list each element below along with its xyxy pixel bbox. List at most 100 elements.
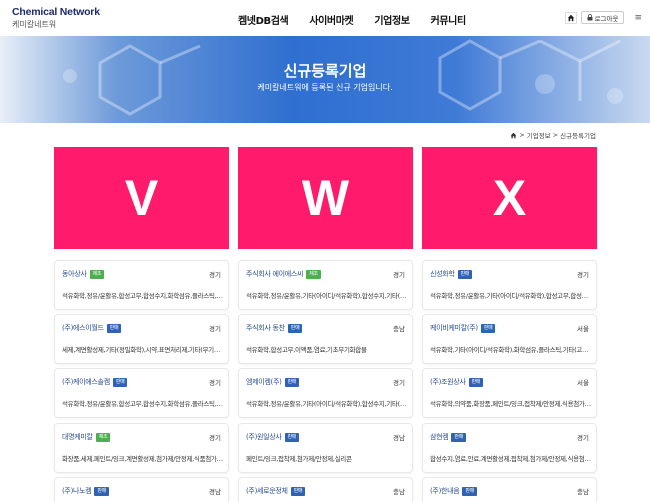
- company-name-text: (주)에스이월드: [62, 324, 104, 332]
- company-region: 서울: [577, 379, 589, 387]
- company-list-item[interactable]: (주)원일상사 판매 경남 페인트/잉크,접착제,첨가제/안정제,실리콘: [238, 423, 413, 473]
- banner-title: 신규등록기업: [283, 62, 367, 80]
- featured-card[interactable]: X: [422, 147, 597, 249]
- featured-letter: V: [124, 170, 159, 226]
- company-type-badge: 판매: [462, 486, 478, 496]
- company-type-badge: 판매: [290, 486, 306, 496]
- company-name[interactable]: (주)조원상사 판매: [430, 377, 484, 387]
- company-list-item[interactable]: (주)케이에스솔켐 판매 경기 석유화학,정유/윤활유,합성고무,합성수지,화학섬유,…: [54, 368, 229, 418]
- company-region: 경기: [577, 434, 589, 442]
- featured-letter: W: [301, 170, 350, 226]
- company-type-badge: 제조: [306, 269, 321, 279]
- company-region: 경남: [209, 488, 221, 496]
- breadcrumb-current: 신규등록기업: [560, 132, 596, 140]
- company-type-badge: 판매: [451, 432, 467, 442]
- company-name[interactable]: 케이비케미칼(주) 판매: [430, 323, 496, 333]
- company-region: 경기: [209, 434, 221, 442]
- company-type-badge: 제조: [95, 432, 111, 442]
- company-region: 충남: [393, 488, 405, 496]
- company-list-item[interactable]: 대명케미칼 제조 경기 화장품,세제,페인트/잉크,계면활성제,첨가제/안정제,식품첨…: [54, 423, 229, 473]
- company-categories: 석유화학,의약품,화장품,페인트/잉크,접착제/안정제,식용첨가물...: [430, 400, 592, 408]
- nav-community[interactable]: 커뮤니티: [431, 12, 467, 27]
- logo[interactable]: Chemical Network 케미칼네트워: [12, 6, 100, 30]
- company-name[interactable]: 주식회사 에이에스씨 제조: [246, 269, 321, 279]
- company-name-text: 삼현켐: [430, 433, 449, 441]
- company-name[interactable]: (주)에스이월드 판매: [62, 323, 122, 333]
- company-region: 경기: [209, 325, 221, 333]
- company-name-text: (주)나노켐: [62, 487, 92, 495]
- home-icon[interactable]: [510, 132, 517, 139]
- company-categories: 석유화학,정유/윤활유,합성고무,합성수지,화학섬유,플라스틱,농...: [62, 292, 224, 300]
- company-list-item[interactable]: 삼현켐 판매 경기합성수지,염료,안료,계면활성제,접착제,첨가제/안정제,식용첨가…: [422, 423, 597, 473]
- company-region: 경기: [209, 379, 221, 387]
- company-region: 경기: [393, 379, 405, 387]
- company-region: 충남: [393, 325, 405, 333]
- logout-button[interactable]: 로그아웃: [580, 11, 625, 24]
- company-list-item[interactable]: 케이비케미칼(주) 판매 서울 석유화학,기타(아이디/석유화학),화학섬유,플라스틱…: [422, 314, 597, 364]
- menu-icon[interactable]: ≡: [634, 13, 642, 23]
- company-list-item[interactable]: 주식회사 동찬 판매 충남석유화학,합성고무,이액품,염료,기초무기화합물: [238, 314, 413, 364]
- company-categories: 세제,계면활성제,기타(정밀화학),시약,표면처리제,기타(무기화학): [62, 346, 224, 354]
- company-name-text: (주)케이에스솔켐: [62, 378, 110, 386]
- company-type-badge: 제조: [89, 269, 105, 279]
- nav-company-info[interactable]: 기업정보: [374, 12, 410, 27]
- banner-subtitle: 케미칼네트워에 등록된 신규 기업입니다.: [257, 83, 393, 92]
- company-type-badge: 판매: [287, 323, 303, 333]
- company-name[interactable]: (주)케이에스솔켐 판매: [62, 377, 128, 387]
- nav-cyber-market[interactable]: 사이버마켓: [309, 12, 353, 27]
- company-name[interactable]: 동아상사 제조: [62, 269, 105, 279]
- company-name[interactable]: (주)세로운정체 판매: [246, 486, 306, 496]
- header-actions: 로그아웃 ≡: [564, 11, 642, 24]
- company-list-item[interactable]: (주)세로운정체 판매 충남: [238, 477, 413, 502]
- main-nav: 켐넷DB검색 사이버마켓 기업정보 커뮤니티: [238, 12, 487, 27]
- company-name-text: 동아상사: [62, 270, 87, 278]
- company-region: 경기: [393, 271, 405, 279]
- company-name[interactable]: 삼현켐 판매: [430, 432, 467, 442]
- logout-label: 로그아웃: [594, 14, 619, 23]
- company-type-badge: 판매: [112, 377, 128, 387]
- breadcrumb-company-info[interactable]: 기업정보: [527, 130, 551, 140]
- company-type-badge: 판매: [468, 377, 484, 387]
- company-categories: 석유화학,기타(아이디/석유화학),화학섬유,플라스틱,기타(고분...: [430, 346, 592, 354]
- company-name[interactable]: 주식회사 동찬 판매: [246, 323, 303, 333]
- company-list-item[interactable]: 신성화학 판매 경기석유화학,정유/윤활유,기타(아이디/석유화학),합성고무,합성…: [422, 260, 597, 310]
- company-region: 경기: [577, 271, 589, 279]
- company-categories: 석유화학,합성고무,이액품,염료,기초무기화합물: [246, 346, 367, 354]
- lock-icon: [587, 14, 593, 21]
- company-list-item[interactable]: 엠제이켐(주) 판매 경기 석유화학,정유/윤활유,기타(아이디/석유화학),합성수지…: [238, 368, 413, 418]
- logo-korean: 케미칼네트워: [12, 20, 57, 29]
- company-list-item[interactable]: 주식회사 에이에스씨 제조 경기 석유화학,정유/윤활유,기타(아이디/석유화학),합…: [238, 260, 413, 310]
- featured-card[interactable]: V: [54, 147, 229, 249]
- company-name-text: (주)조원상사: [430, 378, 466, 386]
- company-type-badge: 판매: [94, 486, 110, 496]
- company-categories: 합성수지,염료,안료,계면활성제,접착제,첨가제/안정제,식용첨가물...: [430, 455, 592, 463]
- company-region: 경기: [209, 271, 221, 279]
- company-name[interactable]: 신성화학 판매: [430, 269, 473, 279]
- company-name-text: 대명케미칼: [62, 433, 93, 441]
- breadcrumb: > 기업정보 > 신규등록기업: [510, 130, 596, 140]
- company-name[interactable]: 엠제이켐(주) 판매: [246, 377, 300, 387]
- company-name[interactable]: 대명케미칼 제조: [62, 432, 111, 442]
- company-list-item[interactable]: (주)나노켐 판매 경남: [54, 477, 229, 502]
- company-name-text: 주식회사 동찬: [246, 324, 285, 332]
- company-name[interactable]: (주)나노켐 판매: [62, 486, 110, 496]
- company-name[interactable]: (주)원일상사 판매: [246, 432, 300, 442]
- company-list-item[interactable]: 동아상사 제조 경기석유화학,정유/윤활유,합성고무,합성수지,화학섬유,플라스틱,…: [54, 260, 229, 310]
- company-list-item[interactable]: (주)조원상사 판매 서울석유화학,의약품,화장품,페인트/잉크,접착제/안정제,식…: [422, 368, 597, 418]
- home-button[interactable]: [564, 11, 577, 24]
- site-header: Chemical Network 케미칼네트워 켐넷DB검색 사이버마켓 기업정…: [0, 0, 650, 36]
- company-name-text: 신성화학: [430, 270, 455, 278]
- nav-chemnet-db[interactable]: 켐넷DB검색: [238, 12, 289, 27]
- breadcrumb-separator: >: [552, 131, 559, 139]
- company-name[interactable]: (주)한내음 판매: [430, 486, 478, 496]
- company-categories: 석유화학,정유/윤활유,기타(아이디/석유화학),합성고무,합성수...: [430, 292, 592, 300]
- company-type-badge: 판매: [284, 432, 300, 442]
- featured-card[interactable]: W: [238, 147, 413, 249]
- company-name-text: 케이비케미칼(주): [430, 324, 478, 332]
- company-region: 충남: [577, 488, 589, 496]
- company-name-text: (주)한내음: [430, 487, 460, 495]
- company-list-item[interactable]: (주)에스이월드 판매 경기세제,계면활성제,기타(정밀화학),시약,표면처리제,기…: [54, 314, 229, 364]
- company-list-item[interactable]: (주)한내음 판매 충남: [422, 477, 597, 502]
- logo-english: Chemical Network: [12, 6, 100, 18]
- company-type-badge: 판매: [284, 377, 300, 387]
